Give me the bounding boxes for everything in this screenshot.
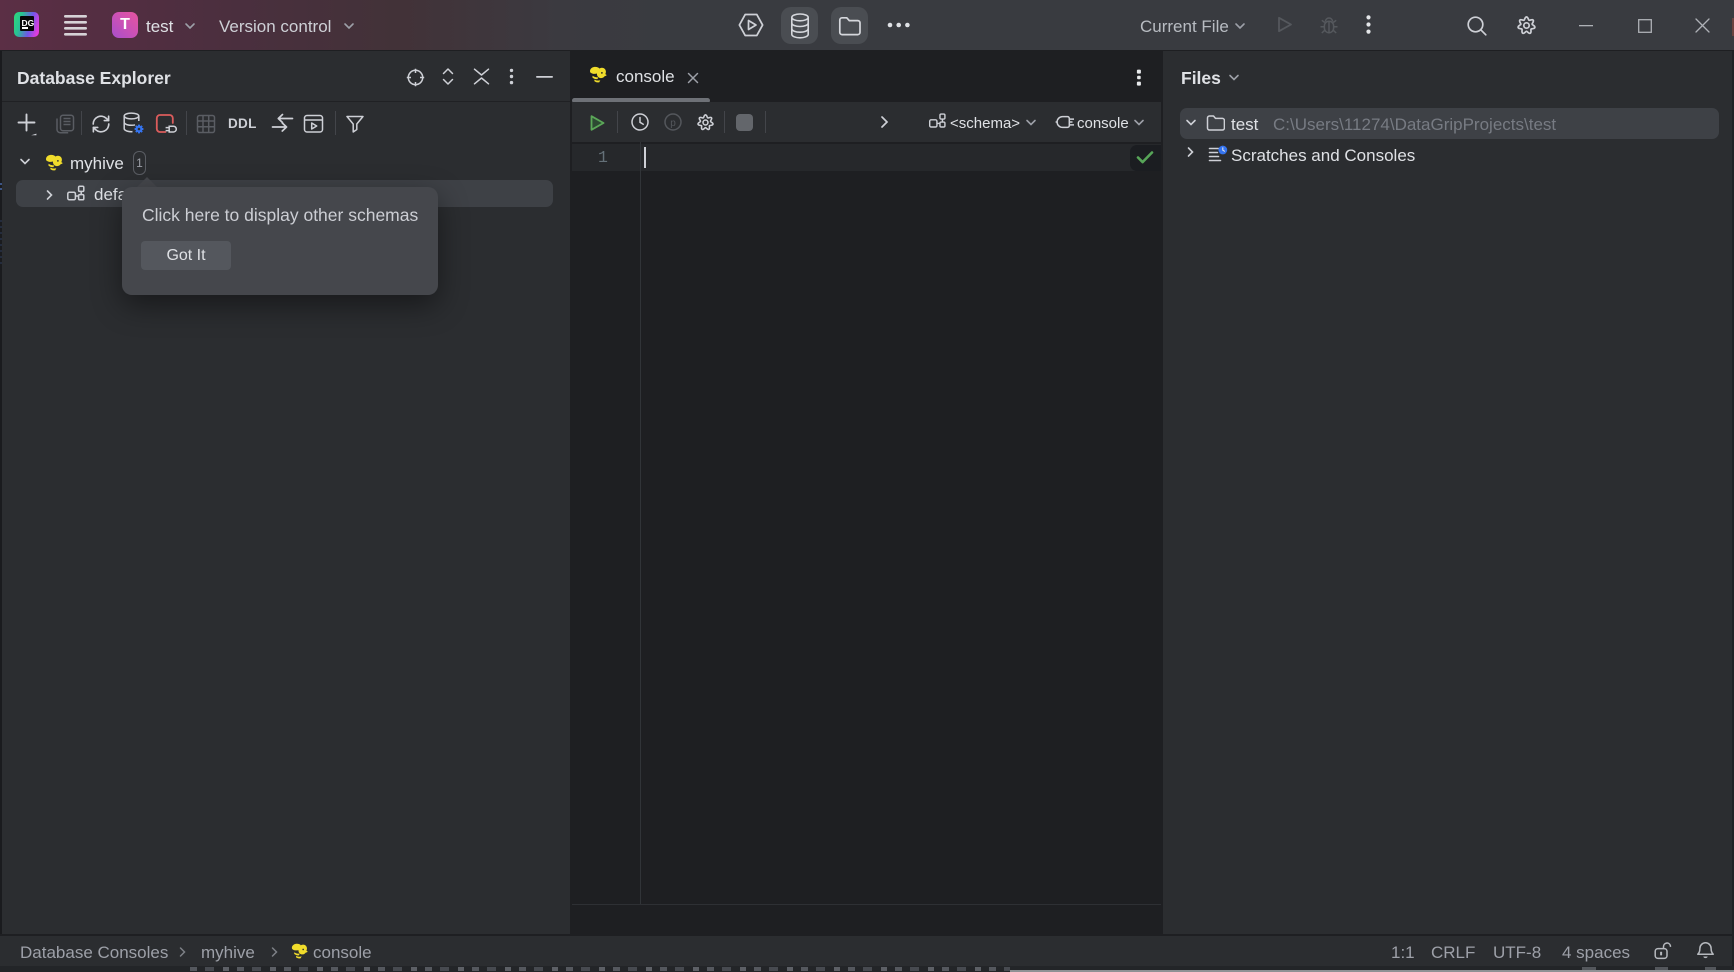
svg-text:p: p (670, 118, 676, 129)
